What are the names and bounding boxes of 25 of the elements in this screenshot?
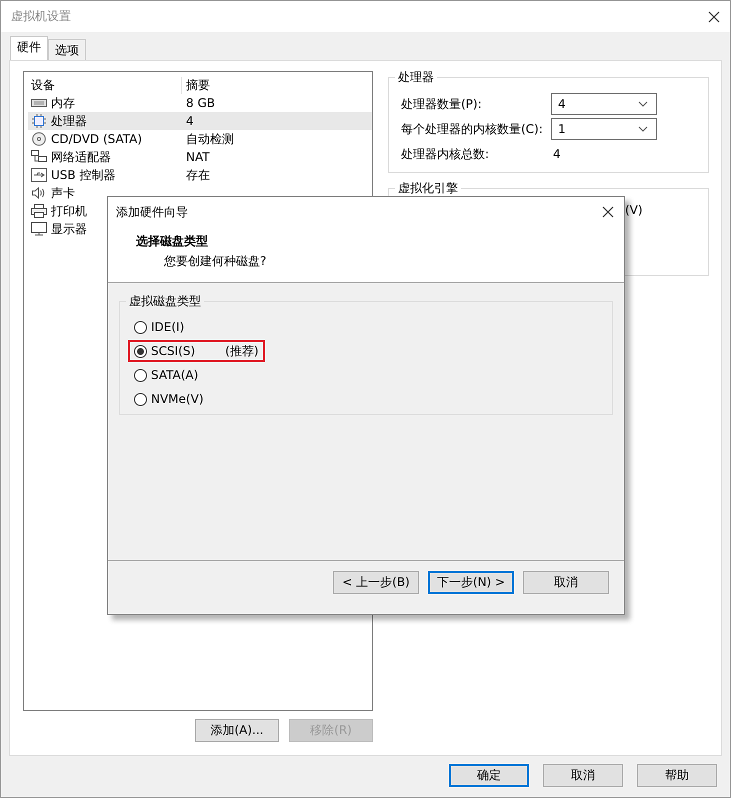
field-label: 处理器数量(P): [401,96,483,112]
option-note: (推荐) [225,342,259,360]
group-title: 虚拟化引擎 [395,180,461,197]
device-summary: 自动检测 [185,130,234,148]
wizard-subheading: 您要创建何种磁盘? [163,253,268,270]
device-name: 打印机 [51,202,87,220]
device-summary: 4 [185,114,194,128]
device-name: USB 控制器 [51,166,116,184]
device-summary: 8 GB [185,96,215,110]
option-label: (V) [625,203,643,217]
device-summary: NAT [185,150,210,164]
field-value: 4 [552,147,561,161]
group-title: 虚拟磁盘类型 [126,293,204,310]
field-label: 每个处理器的内核数量(C): [401,120,544,138]
window-title: 虚拟机设置 [11,8,71,25]
device-name: 显示器 [51,220,87,238]
device-summary: 存在 [185,166,210,184]
device-name: 网络适配器 [51,148,111,166]
field-label: 处理器内核总数: [401,146,490,162]
device-name: 声卡 [51,184,75,202]
dialog-title: 添加硬件向导 [116,204,188,220]
device-name: 处理器 [51,112,87,130]
device-name: CD/DVD (SATA) [51,132,142,146]
device-name: 内存 [51,94,75,112]
wizard-heading: 选择磁盘类型 [135,233,209,250]
